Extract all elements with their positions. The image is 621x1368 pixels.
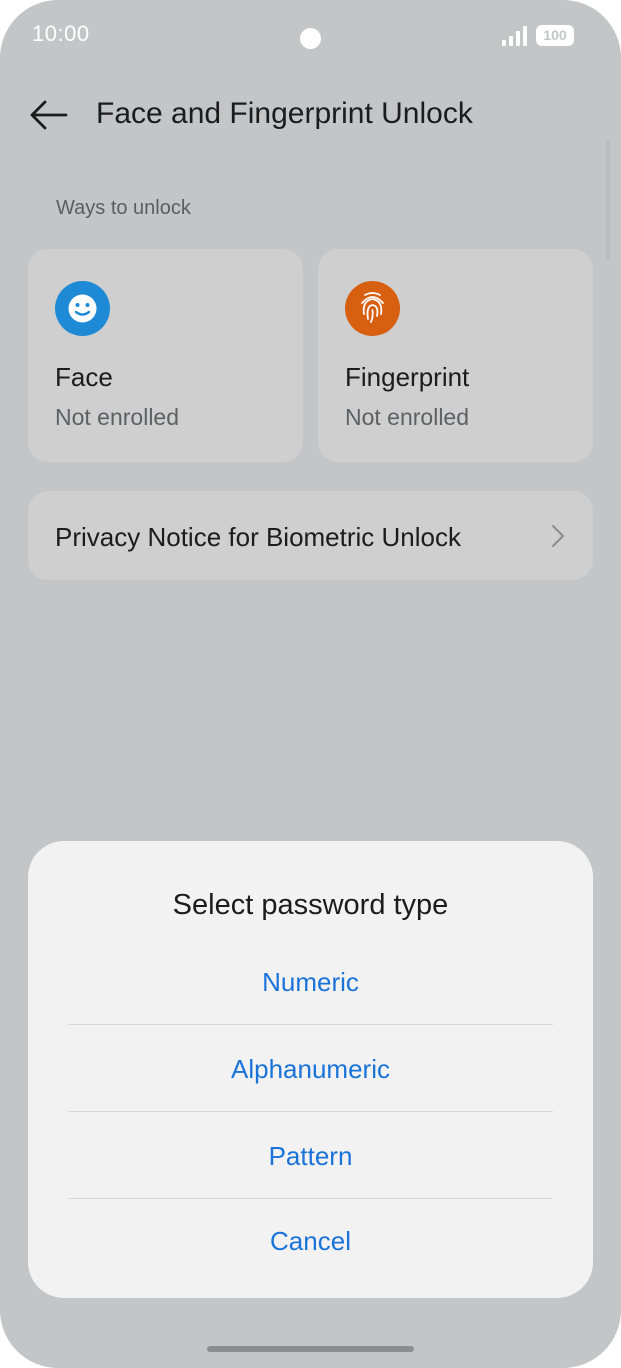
option-pattern[interactable]: Pattern xyxy=(68,1113,553,1199)
fingerprint-unlock-card[interactable]: Fingerprint Not enrolled xyxy=(318,249,593,462)
dialog-title: Select password type xyxy=(172,889,449,921)
cancel-button[interactable]: Cancel xyxy=(68,1198,553,1284)
scrollbar[interactable] xyxy=(606,140,610,260)
privacy-notice-label: Privacy Notice for Biometric Unlock xyxy=(55,522,461,552)
face-card-title: Face xyxy=(55,362,113,392)
option-alphanumeric[interactable]: Alphanumeric xyxy=(68,1026,553,1112)
password-type-dialog: Select password type Numeric Alphanumeri… xyxy=(28,841,593,1298)
home-indicator[interactable] xyxy=(207,1346,414,1352)
fingerprint-icon xyxy=(345,281,400,336)
page-title: Face and Fingerprint Unlock xyxy=(96,97,473,130)
face-card-status: Not enrolled xyxy=(55,404,180,430)
back-arrow-icon[interactable] xyxy=(28,98,68,132)
fingerprint-card-title: Fingerprint xyxy=(345,362,470,392)
privacy-notice-row[interactable]: Privacy Notice for Biometric Unlock xyxy=(28,491,593,580)
option-numeric[interactable]: Numeric xyxy=(68,939,553,1025)
camera-cutout xyxy=(300,28,321,49)
status-bar: 10:00 100 xyxy=(0,0,621,70)
phone-screen: 10:00 100 Face and Fingerprint Unlock Wa… xyxy=(0,0,621,1368)
chevron-right-icon xyxy=(552,525,564,547)
fingerprint-card-status: Not enrolled xyxy=(345,404,470,430)
divider xyxy=(68,1111,553,1112)
app-header: Face and Fingerprint Unlock xyxy=(0,80,621,150)
battery-icon: 100 xyxy=(536,25,574,46)
battery-level: 100 xyxy=(543,27,567,43)
divider xyxy=(68,1024,553,1025)
status-time: 10:00 xyxy=(32,21,90,46)
face-unlock-card[interactable]: Face Not enrolled xyxy=(28,249,303,462)
face-unlock-icon xyxy=(55,281,110,336)
signal-icon xyxy=(502,26,527,46)
section-label: Ways to unlock xyxy=(56,197,191,219)
